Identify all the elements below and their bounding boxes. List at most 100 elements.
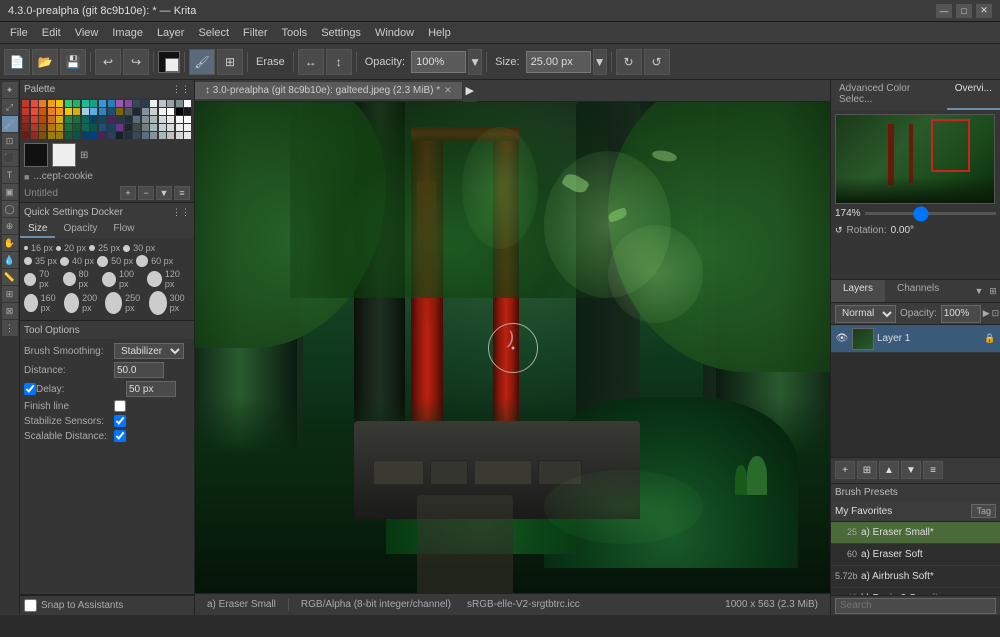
palette-cell[interactable] bbox=[39, 108, 46, 115]
palette-cell[interactable] bbox=[116, 124, 123, 131]
palette-cell[interactable] bbox=[39, 116, 46, 123]
brush-dot-160[interactable] bbox=[24, 294, 38, 312]
delay-checkbox[interactable] bbox=[24, 383, 36, 395]
palette-cell[interactable] bbox=[116, 108, 123, 115]
palette-cell[interactable] bbox=[142, 116, 149, 123]
palette-cell[interactable] bbox=[90, 116, 97, 123]
layer-visibility-button[interactable]: 👁 bbox=[835, 332, 849, 346]
layers-tab[interactable]: Layers bbox=[831, 280, 885, 302]
tag-button[interactable]: Tag bbox=[971, 504, 996, 518]
measure-tool[interactable]: 📏 bbox=[2, 269, 18, 285]
palette-cell[interactable] bbox=[150, 124, 157, 131]
layers-settings-icon[interactable]: ▼ bbox=[972, 280, 986, 302]
palette-cell[interactable] bbox=[125, 124, 132, 131]
foreground-color[interactable] bbox=[158, 51, 180, 73]
palette-cell[interactable] bbox=[116, 100, 123, 107]
tab-scroll-right[interactable]: ▶ bbox=[463, 80, 477, 102]
brush-dot-250[interactable] bbox=[105, 292, 122, 314]
palette-cell[interactable] bbox=[99, 124, 106, 131]
open-button[interactable]: 📂 bbox=[32, 49, 58, 75]
opacity-chevron-right[interactable]: ▶ bbox=[983, 305, 990, 323]
palette-cell[interactable] bbox=[22, 108, 29, 115]
palette-cell[interactable] bbox=[90, 124, 97, 131]
palette-cell[interactable] bbox=[82, 100, 89, 107]
palette-cell[interactable] bbox=[73, 108, 80, 115]
palette-cell[interactable] bbox=[31, 108, 38, 115]
menu-tools[interactable]: Tools bbox=[276, 25, 314, 41]
palette-cell[interactable] bbox=[167, 108, 174, 115]
palette-cell[interactable] bbox=[133, 100, 140, 107]
advanced-color-tab[interactable]: Advanced Color Selec... bbox=[831, 80, 947, 110]
layer-item-1[interactable]: 👁 Layer 1 🔒 bbox=[831, 325, 1000, 353]
palette-cell[interactable] bbox=[167, 132, 174, 139]
palette-cell[interactable] bbox=[133, 116, 140, 123]
palette-cell[interactable] bbox=[159, 132, 166, 139]
menu-file[interactable]: File bbox=[4, 25, 34, 41]
channels-tab[interactable]: Channels bbox=[885, 280, 951, 302]
brush-dot-40[interactable] bbox=[60, 257, 69, 266]
palette-cell[interactable] bbox=[108, 116, 115, 123]
palette-cell[interactable] bbox=[167, 116, 174, 123]
brush-dot-200[interactable] bbox=[64, 293, 79, 313]
palette-cell[interactable] bbox=[142, 132, 149, 139]
palette-cell[interactable] bbox=[184, 124, 191, 131]
palette-cell[interactable] bbox=[22, 132, 29, 139]
brush-smoothing-select[interactable]: Stabilizer Basic Smoothing Weighted Smoo… bbox=[114, 343, 184, 359]
layers-filter-icon[interactable]: ⊞ bbox=[986, 280, 1000, 302]
palette-cell[interactable] bbox=[184, 132, 191, 139]
brush-dot-100[interactable] bbox=[102, 272, 116, 287]
palette-cell[interactable] bbox=[167, 124, 174, 131]
canvas-tab-main[interactable]: ↕ 3.0-prealpha (git 8c9b10e): galteed.jp… bbox=[195, 82, 463, 99]
palette-cell[interactable] bbox=[73, 124, 80, 131]
close-button[interactable]: ✕ bbox=[976, 4, 992, 18]
delay-input[interactable] bbox=[126, 381, 176, 397]
palette-cell[interactable] bbox=[48, 124, 55, 131]
brush-dot-16[interactable] bbox=[24, 246, 28, 250]
brush-dot-80[interactable] bbox=[63, 272, 76, 286]
brush-dot-70[interactable] bbox=[24, 273, 36, 286]
grid-view[interactable]: ⊞ bbox=[217, 49, 243, 75]
palette-cell[interactable] bbox=[108, 108, 115, 115]
palette-cell[interactable] bbox=[82, 124, 89, 131]
foreground-swatch[interactable] bbox=[24, 143, 48, 167]
palette-cell[interactable] bbox=[99, 108, 106, 115]
palette-cell[interactable] bbox=[125, 132, 132, 139]
new-button[interactable]: 📄 bbox=[4, 49, 30, 75]
palette-cell[interactable] bbox=[48, 116, 55, 123]
mirror-h-button[interactable]: ↔ bbox=[298, 49, 324, 75]
brush-tool-icon[interactable]: 🖌 bbox=[2, 116, 18, 132]
palette-cell[interactable] bbox=[73, 132, 80, 139]
menu-window[interactable]: Window bbox=[369, 25, 420, 41]
palette-cell[interactable] bbox=[31, 124, 38, 131]
scalable-distance-checkbox[interactable] bbox=[114, 430, 126, 442]
brush-dot-25[interactable] bbox=[89, 245, 95, 251]
palette-cell[interactable] bbox=[159, 124, 166, 131]
palette-cell[interactable] bbox=[31, 116, 38, 123]
palette-settings-button[interactable]: ≡ bbox=[174, 186, 190, 200]
palette-cell[interactable] bbox=[108, 132, 115, 139]
palette-cell[interactable] bbox=[48, 132, 55, 139]
overview-viewport-indicator[interactable] bbox=[931, 119, 971, 172]
layer-lock-icon[interactable]: 🔒 bbox=[984, 333, 996, 345]
palette-cell[interactable] bbox=[56, 100, 63, 107]
bp-item-eraser-small[interactable]: 25 a) Eraser Small* bbox=[831, 522, 1000, 544]
palette-cell[interactable] bbox=[167, 100, 174, 107]
palette-cell[interactable] bbox=[125, 116, 132, 123]
palette-cell[interactable] bbox=[22, 124, 29, 131]
opacity-input[interactable] bbox=[411, 51, 466, 73]
size-chevron[interactable]: ▼ bbox=[593, 49, 607, 75]
move-layer-down-button[interactable]: ▼ bbox=[901, 461, 921, 479]
qs-tab-opacity[interactable]: Opacity bbox=[55, 221, 105, 238]
palette-cell[interactable] bbox=[159, 100, 166, 107]
minimize-button[interactable]: — bbox=[936, 4, 952, 18]
zoom-slider[interactable] bbox=[865, 212, 996, 215]
rotate-cw-button[interactable]: ↻ bbox=[616, 49, 642, 75]
palette-cell[interactable] bbox=[90, 100, 97, 107]
palette-cell[interactable] bbox=[65, 108, 72, 115]
reset-colors-icon[interactable]: ⊞ bbox=[80, 150, 88, 161]
brush-dot-120[interactable] bbox=[147, 271, 162, 287]
menu-image[interactable]: Image bbox=[106, 25, 149, 41]
palette-cell[interactable] bbox=[142, 100, 149, 107]
palette-cell[interactable] bbox=[22, 116, 29, 123]
qs-tab-flow[interactable]: Flow bbox=[105, 221, 142, 238]
